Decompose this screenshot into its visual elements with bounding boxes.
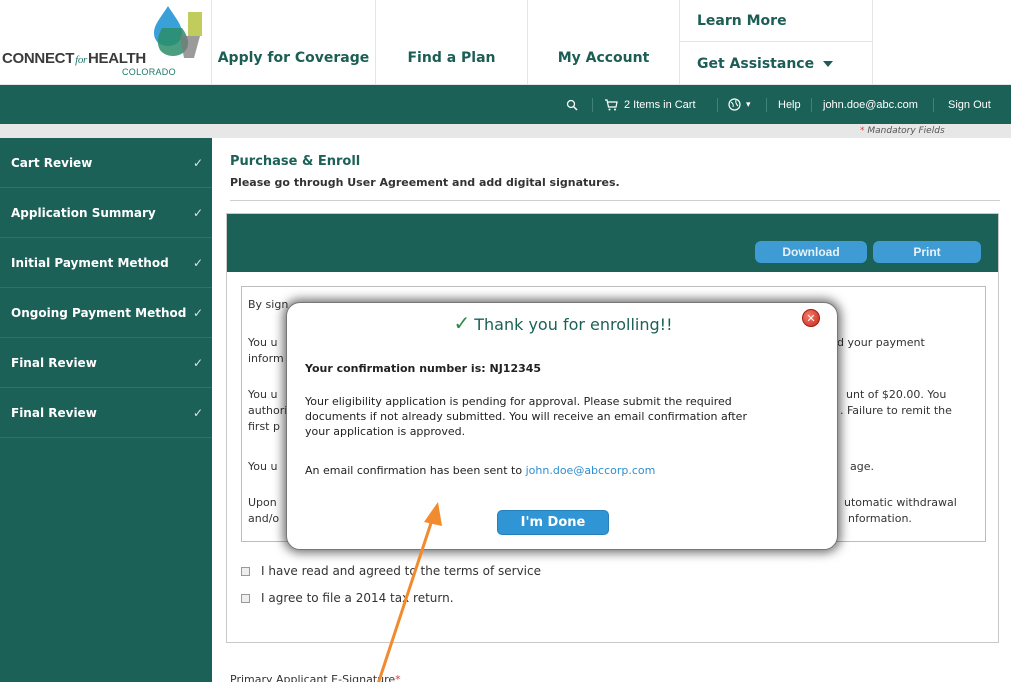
- sidebar-item-label: Final Review: [11, 355, 97, 370]
- terms-paragraph: nformation.: [848, 512, 912, 525]
- check-icon: ✓: [192, 305, 203, 320]
- print-button[interactable]: Print: [873, 241, 981, 263]
- user-email-link[interactable]: john.doe@abc.com: [823, 85, 918, 124]
- terms-paragraph: ld your payment: [834, 336, 925, 349]
- email-sent-message: An email confirmation has been sent to j…: [305, 464, 656, 477]
- page-subtitle: Please go through User Agreement and add…: [230, 176, 620, 189]
- help-link[interactable]: Help: [778, 85, 801, 124]
- modal-title: ✓ Thank you for enrolling!!: [287, 311, 839, 335]
- title-divider: [230, 200, 1000, 201]
- chevron-down-icon: ▾: [746, 99, 751, 109]
- terms-paragraph: You u: [248, 388, 278, 401]
- terms-paragraph: inform: [248, 352, 284, 365]
- search-icon[interactable]: [566, 85, 578, 124]
- nav-find-a-plan[interactable]: Find a Plan: [376, 0, 528, 85]
- sidebar-item-final-review[interactable]: Final Review ✓: [0, 338, 212, 388]
- sidebar-item-initial-payment-method[interactable]: Initial Payment Method ✓: [0, 238, 212, 288]
- logo-subtitle: COLORADO: [122, 67, 176, 77]
- terms-paragraph: By sign: [248, 298, 289, 311]
- checkbox-label: I agree to file a 2014 tax return.: [261, 591, 454, 605]
- cart-link[interactable]: 2 Items in Cart: [604, 85, 696, 124]
- sidebar-item-label: Ongoing Payment Method: [11, 305, 187, 320]
- check-icon: ✓: [192, 155, 203, 170]
- check-icon: ✓: [192, 255, 203, 270]
- nav-learn-more[interactable]: Learn More: [680, 0, 873, 42]
- sidebar-item-ongoing-payment-method[interactable]: Ongoing Payment Method ✓: [0, 288, 212, 338]
- connect-for-health-logo[interactable]: CONNECTforHEALTH COLORADO: [0, 0, 212, 85]
- cart-count-text: 2 Items in Cart: [624, 98, 696, 111]
- terms-paragraph: and/o: [248, 512, 280, 525]
- pending-message-line: Your eligibility application is pending …: [305, 395, 732, 408]
- nav-get-assistance[interactable]: Get Assistance: [680, 43, 873, 85]
- utility-divider: [811, 98, 812, 112]
- utility-divider: [766, 98, 767, 112]
- sidebar-item-label: Cart Review: [11, 155, 93, 170]
- utility-divider: [933, 98, 934, 112]
- terms-paragraph: authori: [248, 404, 288, 417]
- checkbox-icon: [241, 593, 250, 603]
- sidebar-item-cart-review[interactable]: Cart Review ✓: [0, 138, 212, 188]
- terms-paragraph: Upon: [248, 496, 277, 509]
- chevron-down-icon: [823, 61, 834, 67]
- logo-drops-icon: [154, 6, 202, 58]
- globe-icon: [728, 98, 741, 111]
- e-signature-label: Primary Applicant E-Signature*: [230, 673, 401, 682]
- utility-bar: 2 Items in Cart ▾ Help john.doe@abc.com …: [0, 85, 1011, 124]
- terms-paragraph: . Failure to remit the: [840, 404, 952, 417]
- confirmation-number: Your confirmation number is: NJ12345: [305, 362, 542, 375]
- terms-paragraph: You u: [248, 460, 278, 473]
- mandatory-fields-note: * Mandatory Fields: [860, 126, 945, 136]
- nav-get-assistance-label: Get Assistance: [697, 56, 815, 72]
- top-header: CONNECTforHEALTH COLORADO Apply for Cove…: [0, 0, 1011, 85]
- utility-divider: [592, 98, 593, 112]
- sidebar-item-application-summary[interactable]: Application Summary ✓: [0, 188, 212, 238]
- pending-message-line: your application is approved.: [305, 425, 466, 438]
- confirmation-email-link[interactable]: john.doe@abccorp.com: [526, 464, 656, 477]
- im-done-button[interactable]: I'm Done: [497, 510, 609, 535]
- sidebar-item-final-review-2[interactable]: Final Review ✓: [0, 388, 212, 438]
- sidebar-item-label: Initial Payment Method: [11, 255, 169, 270]
- progress-sidebar: Cart Review ✓ Application Summary ✓ Init…: [0, 124, 212, 682]
- terms-paragraph: first p: [248, 420, 280, 433]
- tax-return-checkbox[interactable]: I agree to file a 2014 tax return.: [241, 591, 454, 605]
- nav-apply-for-coverage[interactable]: Apply for Coverage: [212, 0, 376, 85]
- check-icon: ✓: [453, 311, 471, 335]
- sign-out-link[interactable]: Sign Out: [948, 85, 991, 124]
- checkbox-icon: [241, 566, 250, 576]
- check-icon: ✓: [192, 205, 203, 220]
- terms-paragraph: You u: [248, 336, 278, 349]
- nav-my-account[interactable]: My Account: [528, 0, 680, 85]
- close-icon[interactable]: ✕: [802, 309, 820, 327]
- terms-of-service-checkbox[interactable]: I have read and agreed to the terms of s…: [241, 564, 541, 578]
- pending-message-line: documents if not already submitted. You …: [305, 410, 747, 423]
- sidebar-item-label: Application Summary: [11, 205, 156, 220]
- checkbox-label: I have read and agreed to the terms of s…: [261, 564, 541, 578]
- language-selector[interactable]: ▾: [728, 85, 751, 124]
- download-button[interactable]: Download: [755, 241, 867, 263]
- terms-paragraph: unt of $20.00. You: [846, 388, 947, 401]
- enrollment-confirmation-modal: ✓ Thank you for enrolling!! ✕ Your confir…: [286, 302, 838, 550]
- cart-icon: [605, 98, 618, 110]
- utility-divider: [717, 98, 718, 112]
- sidebar-item-label: Final Review: [11, 405, 97, 420]
- terms-paragraph: age.: [850, 460, 874, 473]
- logo-wordmark: CONNECTforHEALTH: [2, 50, 146, 67]
- page-title: Purchase & Enroll: [230, 154, 361, 169]
- check-icon: ✓: [192, 405, 203, 420]
- modal-title-text: Thank you for enrolling!!: [474, 315, 673, 334]
- agreement-panel-header: Download Print: [227, 214, 998, 272]
- sidebar-top-strip: [0, 124, 212, 138]
- nav-right-group: Learn More Get Assistance: [680, 0, 873, 85]
- check-icon: ✓: [192, 355, 203, 370]
- terms-paragraph: utomatic withdrawal: [844, 496, 957, 509]
